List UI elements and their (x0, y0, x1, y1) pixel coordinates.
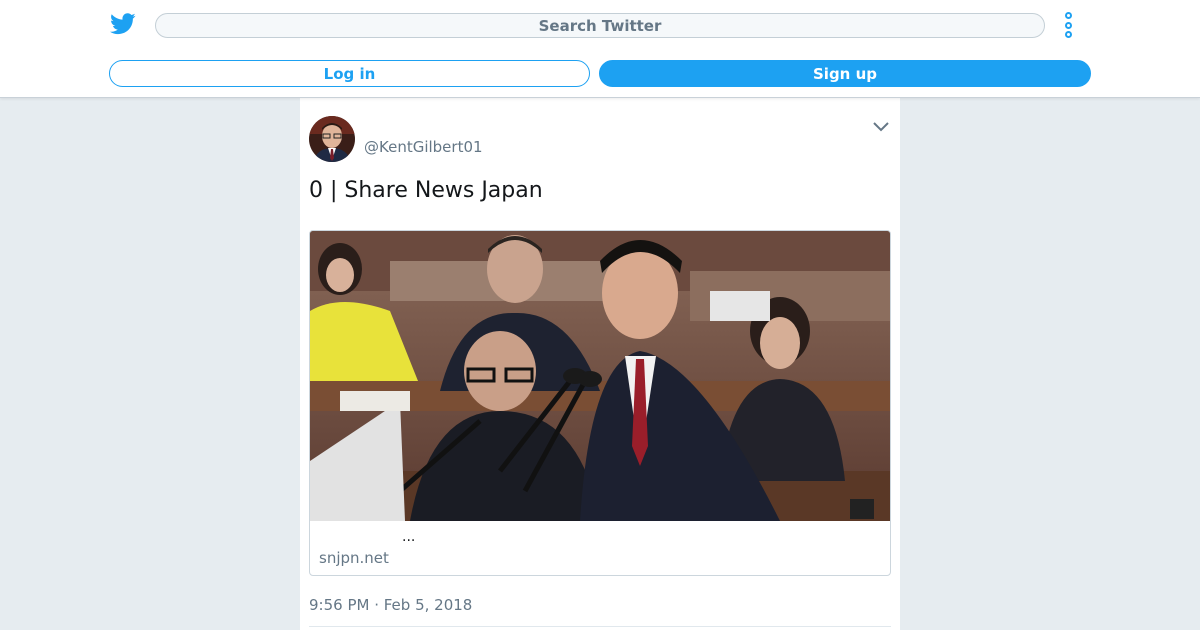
preview-image[interactable] (310, 231, 890, 521)
twitter-bird-icon[interactable] (110, 12, 136, 36)
link-domain: snjpn.net (319, 549, 389, 567)
search-input[interactable]: Search Twitter (155, 13, 1045, 38)
divider (309, 626, 891, 627)
user-handle[interactable]: @KentGilbert01 (364, 138, 483, 156)
login-button[interactable]: Log in (109, 60, 590, 87)
tweet-text: 0 | Share News Japan (309, 178, 543, 203)
search-placeholder: Search Twitter (538, 16, 662, 35)
more-vertical-icon[interactable] (1058, 12, 1078, 38)
signup-button[interactable]: Sign up (599, 60, 1091, 87)
avatar[interactable] (309, 116, 355, 162)
chevron-down-icon[interactable] (872, 120, 890, 134)
tweet-card: @KentGilbert01 0 | Share News Japan ... … (300, 98, 900, 630)
link-description: ... (402, 529, 416, 545)
top-bar: Search Twitter Log in Sign up (0, 0, 1200, 98)
tweet-timestamp[interactable]: 9:56 PM · Feb 5, 2018 (309, 596, 472, 614)
link-preview-card[interactable]: ... snjpn.net (309, 230, 891, 576)
